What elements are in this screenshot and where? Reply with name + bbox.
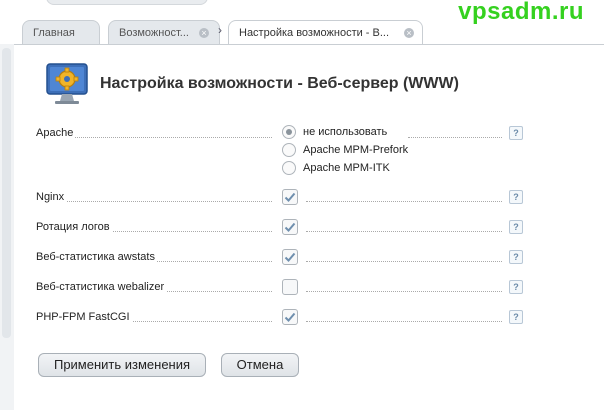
cancel-button[interactable]: Отмена (221, 353, 299, 377)
radio-itk-label: Apache MPM-ITK (303, 162, 390, 174)
webalizer-label: Веб-статистика webalizer (36, 279, 167, 295)
tab-home-label: Главная (33, 27, 75, 39)
dotted-leader (306, 201, 502, 202)
awstats-checkbox[interactable] (282, 249, 298, 265)
log-rotation-row: Ротация логов ? (36, 219, 526, 239)
awstats-label: Веб-статистика awstats (36, 249, 157, 265)
radio-prefork-label: Apache MPM-Prefork (303, 144, 409, 156)
log-rotation-checkbox[interactable] (282, 219, 298, 235)
page-title: Настройка возможности - Веб-сервер (WWW) (100, 75, 459, 92)
tab-features[interactable]: Возможност... × (108, 20, 220, 44)
help-icon[interactable]: ? (509, 250, 523, 264)
dotted-leader (306, 231, 502, 232)
tab-feature-settings[interactable]: Настройка возможности - В... × (228, 20, 423, 45)
scrollbar-thumb[interactable] (2, 48, 11, 338)
radio-none[interactable] (282, 125, 296, 139)
help-icon[interactable]: ? (509, 190, 523, 204)
radio-none-label: не использовать (303, 126, 388, 138)
dotted-leader (306, 321, 502, 322)
watermark: vpsadm.ru (458, 0, 584, 25)
webalizer-checkbox[interactable] (282, 279, 298, 295)
dotted-leader (36, 201, 272, 202)
radio-prefork[interactable] (282, 143, 296, 157)
help-icon[interactable]: ? (509, 220, 523, 234)
awstats-row: Веб-статистика awstats ? (36, 249, 526, 269)
checkmark-icon (284, 312, 296, 322)
dotted-leader (306, 291, 502, 292)
apache-row: Apache не использовать Apache MPM-Prefor… (36, 125, 526, 179)
dotted-leader (306, 261, 502, 262)
nginx-label: Nginx (36, 189, 67, 205)
close-icon[interactable]: × (199, 28, 209, 38)
php-fpm-checkbox[interactable] (282, 309, 298, 325)
tab-feature-settings-label: Настройка возможности - В... (239, 27, 390, 39)
settings-panel: Настройка возможности - Веб-сервер (WWW)… (14, 44, 604, 411)
tab-features-label: Возможност... (119, 27, 189, 39)
checkmark-icon (284, 222, 296, 232)
monitor-gear-icon (46, 63, 88, 104)
help-icon[interactable]: ? (509, 280, 523, 294)
tab-home[interactable]: Главная (22, 20, 100, 44)
top-toolbar-pill (46, 0, 208, 5)
checkmark-icon (284, 252, 296, 262)
nginx-row: Nginx ? (36, 189, 526, 209)
left-scrollbar[interactable] (0, 44, 15, 410)
apply-button[interactable]: Применить изменения (38, 353, 206, 377)
help-icon[interactable]: ? (509, 126, 523, 140)
webalizer-row: Веб-статистика webalizer ? (36, 279, 526, 299)
dotted-leader (408, 137, 502, 138)
radio-itk[interactable] (282, 161, 296, 175)
chevron-right-icon: › (218, 23, 222, 37)
top-tab-strip: vpsadm.ru Главная Возможност... × › Наст… (0, 0, 604, 45)
close-icon[interactable]: × (404, 28, 414, 38)
help-icon[interactable]: ? (509, 310, 523, 324)
php-fpm-label: PHP-FPM FastCGI (36, 309, 132, 325)
apache-label: Apache (36, 125, 76, 141)
nginx-checkbox[interactable] (282, 189, 298, 205)
log-rotation-label: Ротация логов (36, 219, 112, 235)
checkmark-icon (284, 192, 296, 202)
php-fpm-row: PHP-FPM FastCGI ? (36, 309, 526, 329)
